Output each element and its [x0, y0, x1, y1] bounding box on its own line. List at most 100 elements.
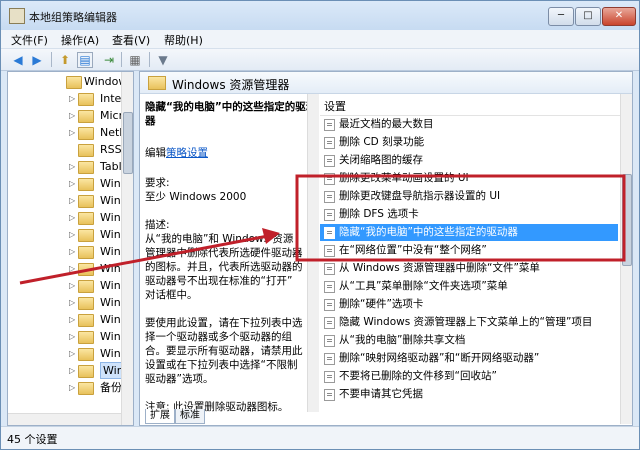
setting-row[interactable]: 删除“硬件”选项卡 — [320, 296, 618, 313]
setting-row[interactable]: 隐藏 Windows 资源管理器上下文菜单上的“管理”项目 — [320, 314, 618, 331]
expand-arrow-icon[interactable]: ▷ — [69, 209, 75, 226]
policy-setting-icon — [324, 263, 335, 275]
tree-item-windows[interactable]: ◢ Windows — [8, 73, 121, 90]
filter-icon[interactable]: ▼ — [155, 52, 171, 68]
close-button[interactable]: ✕ — [602, 7, 636, 26]
setting-row-selected[interactable]: 隐藏“我的电脑”中的这些指定的驱动器 — [320, 224, 618, 241]
export-list-icon[interactable]: ⇥ — [101, 52, 117, 68]
pane-title: Windows 资源管理器 — [172, 78, 290, 92]
menu-file[interactable]: 文件(F) — [11, 32, 48, 48]
expand-arrow-icon[interactable]: ▷ — [69, 294, 75, 311]
expand-arrow-icon[interactable]: ▷ — [69, 226, 75, 243]
menu-view[interactable]: 查看(V) — [112, 32, 150, 48]
menu-help[interactable]: 帮助(H) — [164, 32, 203, 48]
tree-item[interactable]: ▷Windo — [8, 192, 121, 209]
folder-up-icon[interactable]: ⬆ — [57, 52, 73, 68]
tree-item[interactable]: RSS 源 — [8, 141, 121, 158]
tab-extended[interactable]: 扩展 — [145, 409, 175, 424]
details-pane: Windows 资源管理器 隐藏“我的电脑”中的这些指定的驱动 器 编辑策略设置… — [139, 71, 633, 426]
description-line: 管理器中删除代表所选硬件驱动器 — [145, 247, 303, 259]
tree-item[interactable]: ▷Tablet — [8, 158, 121, 175]
tree-item-selected[interactable]: ▷Windo — [8, 362, 121, 379]
expand-arrow-icon[interactable]: ▷ — [69, 90, 75, 107]
setting-row[interactable]: 从“工具”菜单删除“文件夹选项”菜单 — [320, 278, 618, 295]
expand-arrow-icon[interactable]: ▷ — [69, 345, 75, 362]
expand-arrow-icon[interactable]: ▷ — [69, 175, 75, 192]
tree-vertical-scrollbar[interactable] — [121, 72, 133, 425]
properties-icon[interactable]: ▦ — [127, 52, 143, 68]
expand-arrow-icon[interactable]: ▷ — [69, 124, 75, 141]
toolbar-separator — [149, 52, 150, 67]
expand-arrow-icon[interactable]: ▷ — [69, 311, 75, 328]
setting-row[interactable]: 删除 CD 刻录功能 — [320, 134, 618, 151]
back-arrow-icon[interactable]: ◀ — [10, 52, 26, 68]
setting-row[interactable]: 在“网络位置”中没有“整个网络” — [320, 242, 618, 259]
tree-item[interactable]: ▷Micro — [8, 107, 121, 124]
setting-row[interactable]: 最近文档的最大数目 — [320, 116, 618, 133]
expand-arrow-icon[interactable]: ▷ — [69, 362, 75, 379]
folder-icon — [78, 178, 94, 191]
setting-row[interactable]: 不要申请其它凭据 — [320, 386, 618, 403]
setting-row[interactable]: 从“我的电脑”删除共享文档 — [320, 332, 618, 349]
folder-icon — [78, 110, 94, 123]
setting-row[interactable]: 关闭缩略图的缓存 — [320, 152, 618, 169]
folder-icon — [78, 246, 94, 259]
description-line: 驱动器”选项。 — [145, 373, 214, 385]
show-hide-tree-icon[interactable]: ▤ — [77, 52, 93, 68]
tree-item[interactable]: ▷Windo — [8, 277, 121, 294]
tab-standard[interactable]: 标准 — [175, 409, 205, 424]
folder-icon — [78, 263, 94, 276]
tree-horizontal-scrollbar[interactable] — [8, 413, 121, 425]
scrollbar-thumb[interactable] — [123, 112, 133, 174]
expand-arrow-icon[interactable]: ▷ — [69, 107, 75, 124]
expand-arrow-icon[interactable]: ▷ — [69, 243, 75, 260]
scrollbar-thumb[interactable] — [622, 174, 632, 266]
folder-icon — [78, 144, 94, 157]
tree-item[interactable]: ▷Intern — [8, 90, 121, 107]
settings-count: 45 个设置 — [7, 433, 58, 446]
tree-item[interactable]: ▷Windo — [8, 209, 121, 226]
setting-row[interactable]: 删除 DFS 选项卡 — [320, 206, 618, 223]
folder-icon — [78, 212, 94, 225]
tree-item[interactable]: ▷Windo — [8, 345, 121, 362]
setting-row[interactable]: 删除更改菜单动画设置的 UI — [320, 170, 618, 187]
menu-action[interactable]: 操作(A) — [61, 32, 99, 48]
toolbar: ◀ ▶ ⬆ ▤ ⇥ ▦ ▼ — [1, 49, 639, 71]
tree-item[interactable]: ▷Windo — [8, 175, 121, 192]
tree-item[interactable]: ▷Windo — [8, 260, 121, 277]
pane-header: Windows 资源管理器 — [140, 72, 632, 94]
forward-arrow-icon[interactable]: ▶ — [29, 52, 45, 68]
folder-icon — [78, 382, 94, 395]
title-bar: 本地组策略编辑器 ─ □ ✕ — [1, 1, 639, 30]
settings-column-header[interactable]: 设置 — [320, 98, 632, 116]
navigation-tree: ◢ Windows ▷Intern ▷Micro ▷NetM RSS 源 ▷Ta… — [7, 71, 134, 426]
folder-icon — [78, 127, 94, 140]
minimize-button[interactable]: ─ — [548, 7, 574, 26]
expand-arrow-icon[interactable]: ▷ — [69, 379, 75, 396]
expand-arrow-icon[interactable]: ▷ — [69, 192, 75, 209]
tree-item[interactable]: ▷Windo — [8, 328, 121, 345]
tree-item[interactable]: ▷Windo — [8, 226, 121, 243]
expand-arrow-icon[interactable]: ▷ — [69, 260, 75, 277]
tree-item[interactable]: ▷Windo — [8, 243, 121, 260]
folder-icon — [78, 348, 94, 361]
tree-item[interactable]: ▷Windo — [8, 294, 121, 311]
expand-arrow-icon[interactable]: ▷ — [69, 158, 75, 175]
tree-item[interactable]: ▷Windo — [8, 311, 121, 328]
setting-row[interactable]: 不要将已删除的文件移到“回收站” — [320, 368, 618, 385]
edit-policy-link[interactable]: 策略设置 — [166, 147, 208, 159]
toolbar-separator — [121, 52, 122, 67]
setting-row[interactable]: 删除“映射网络驱动器”和“断开网络驱动器” — [320, 350, 618, 367]
description-scrollbar[interactable] — [307, 94, 319, 412]
tree-item[interactable]: ▷ 备份 — [8, 379, 121, 396]
setting-row[interactable]: 从 Windows 资源管理器中删除“文件”菜单 — [320, 260, 618, 277]
settings-vertical-scrollbar[interactable] — [620, 94, 632, 424]
group-policy-app-icon — [9, 8, 25, 24]
expand-arrow-icon[interactable]: ▷ — [69, 277, 75, 294]
expand-arrow-icon[interactable]: ▷ — [69, 328, 75, 345]
policy-setting-icon — [324, 335, 335, 347]
setting-row[interactable]: 删除更改键盘导航指示器设置的 UI — [320, 188, 618, 205]
tree-item[interactable]: ▷NetM — [8, 124, 121, 141]
description-line: 择一个驱动器或多个驱动器的组 — [145, 331, 292, 343]
maximize-button[interactable]: □ — [575, 7, 601, 26]
